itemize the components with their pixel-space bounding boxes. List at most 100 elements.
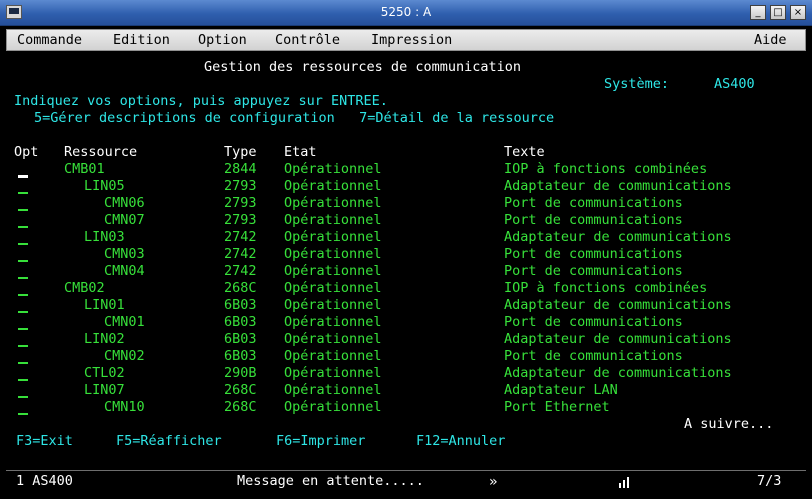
row-resource: LIN07 [84,382,125,398]
row-type: 2742 [224,229,257,245]
option-input[interactable] [18,294,28,296]
row-type: 2742 [224,263,257,279]
row-resource: CMB02 [64,280,105,296]
window-title: 5250 : A [380,5,432,19]
header-text: Texte [504,144,545,160]
row-resource: LIN05 [84,178,125,194]
row-text: Adaptateur de communications [504,331,732,347]
status-bar: 1 AS400 Message en attente..... » 7/3 [6,470,806,492]
menu-impression[interactable]: Impression [371,32,452,48]
option-input[interactable] [18,243,28,245]
row-text: Adaptateur LAN [504,382,618,398]
row-state: Opérationnel [284,399,382,415]
maximize-button[interactable]: □ [770,5,786,20]
row-state: Opérationnel [284,229,382,245]
input-inhibit-arrows: » [489,474,498,490]
menu-bar: Commande Edition Option Contrôle Impress… [6,29,806,51]
row-resource: CTL02 [84,365,125,381]
system-label: Système: [604,76,670,92]
row-text: Port de communications [504,263,683,279]
menu-commande[interactable]: Commande [17,32,82,48]
row-resource: CMN03 [104,246,145,262]
row-type: 268C [224,280,257,296]
session-id: 1 AS400 [16,473,73,489]
option-input[interactable] [18,277,28,279]
option-input[interactable] [18,311,28,313]
header-state: Etat [284,144,317,160]
row-state: Opérationnel [284,280,382,296]
row-resource: CMN06 [104,195,145,211]
option-input[interactable] [18,192,28,194]
row-type: 2793 [224,212,257,228]
row-type: 2793 [224,195,257,211]
option-input[interactable] [18,362,28,364]
row-text: Port de communications [504,246,683,262]
row-type: 2844 [224,161,257,177]
row-resource: CMN10 [104,399,145,415]
menu-edition[interactable]: Edition [113,32,170,48]
connection-icon [619,477,629,488]
row-text: IOP à fonctions combinées [504,161,708,177]
row-state: Opérationnel [284,246,382,262]
fkey-f5[interactable]: F5=Réafficher [116,433,222,450]
row-resource: CMN04 [104,263,145,279]
row-type: 6B03 [224,348,257,364]
option-input[interactable] [18,175,28,178]
row-state: Opérationnel [284,331,382,347]
title-bar: 5250 : A _ □ × [0,0,812,26]
row-type: 268C [224,382,257,398]
option-input[interactable] [18,226,28,228]
row-text: Adaptateur de communications [504,178,732,194]
option-input[interactable] [18,345,28,347]
row-state: Opérationnel [284,161,382,177]
close-button[interactable]: × [790,5,806,20]
row-text: Adaptateur de communications [504,229,732,245]
row-type: 6B03 [224,314,257,330]
row-state: Opérationnel [284,314,382,330]
option-input[interactable] [18,209,28,211]
row-text: Adaptateur de communications [504,365,732,381]
header-resource: Ressource [64,144,138,160]
row-state: Opérationnel [284,212,382,228]
row-state: Opérationnel [284,297,382,313]
options-legend: 5=Gérer descriptions de configuration 7=… [34,110,555,126]
instructions-text: Indiquez vos options, puis appuyez sur E… [14,93,388,109]
option-input[interactable] [18,413,28,415]
screen-title: Gestion des ressources de communication [204,59,521,75]
row-type: 290B [224,365,257,381]
row-type: 2742 [224,246,257,262]
menu-option[interactable]: Option [198,32,247,48]
status-message: Message en attente..... [237,473,424,489]
option-input[interactable] [18,379,28,381]
row-text: Port de communications [504,212,683,228]
header-type: Type [224,144,257,160]
row-state: Opérationnel [284,382,382,398]
terminal-screen: Gestion des ressources de communication … [6,53,806,468]
option-input[interactable] [18,396,28,398]
minimize-button[interactable]: _ [750,5,766,20]
option-input[interactable] [18,260,28,262]
system-value: AS400 [714,76,755,92]
menu-controle[interactable]: Contrôle [275,32,340,48]
row-resource: LIN01 [84,297,125,313]
fkey-f12[interactable]: F12=Annuler [416,433,505,450]
row-text: Port de communications [504,195,683,211]
option-input[interactable] [18,328,28,330]
row-state: Opérationnel [284,263,382,279]
more-indicator: A suivre... [684,416,774,432]
row-state: Opérationnel [284,195,382,211]
row-text: Port de communications [504,314,683,330]
row-text: Port de communications [504,348,683,364]
row-state: Opérationnel [284,348,382,364]
row-resource: LIN03 [84,229,125,245]
row-state: Opérationnel [284,365,382,381]
menu-aide[interactable]: Aide [754,32,787,48]
row-type: 6B03 [224,331,257,347]
page-indicator: 7/3 [757,473,782,489]
fkey-f3[interactable]: F3=Exit [16,433,73,450]
fkey-f6[interactable]: F6=Imprimer [276,433,365,450]
row-resource: CMN07 [104,212,145,228]
row-type: 268C [224,399,257,415]
header-opt: Opt [14,144,39,160]
row-resource: CMN02 [104,348,145,364]
